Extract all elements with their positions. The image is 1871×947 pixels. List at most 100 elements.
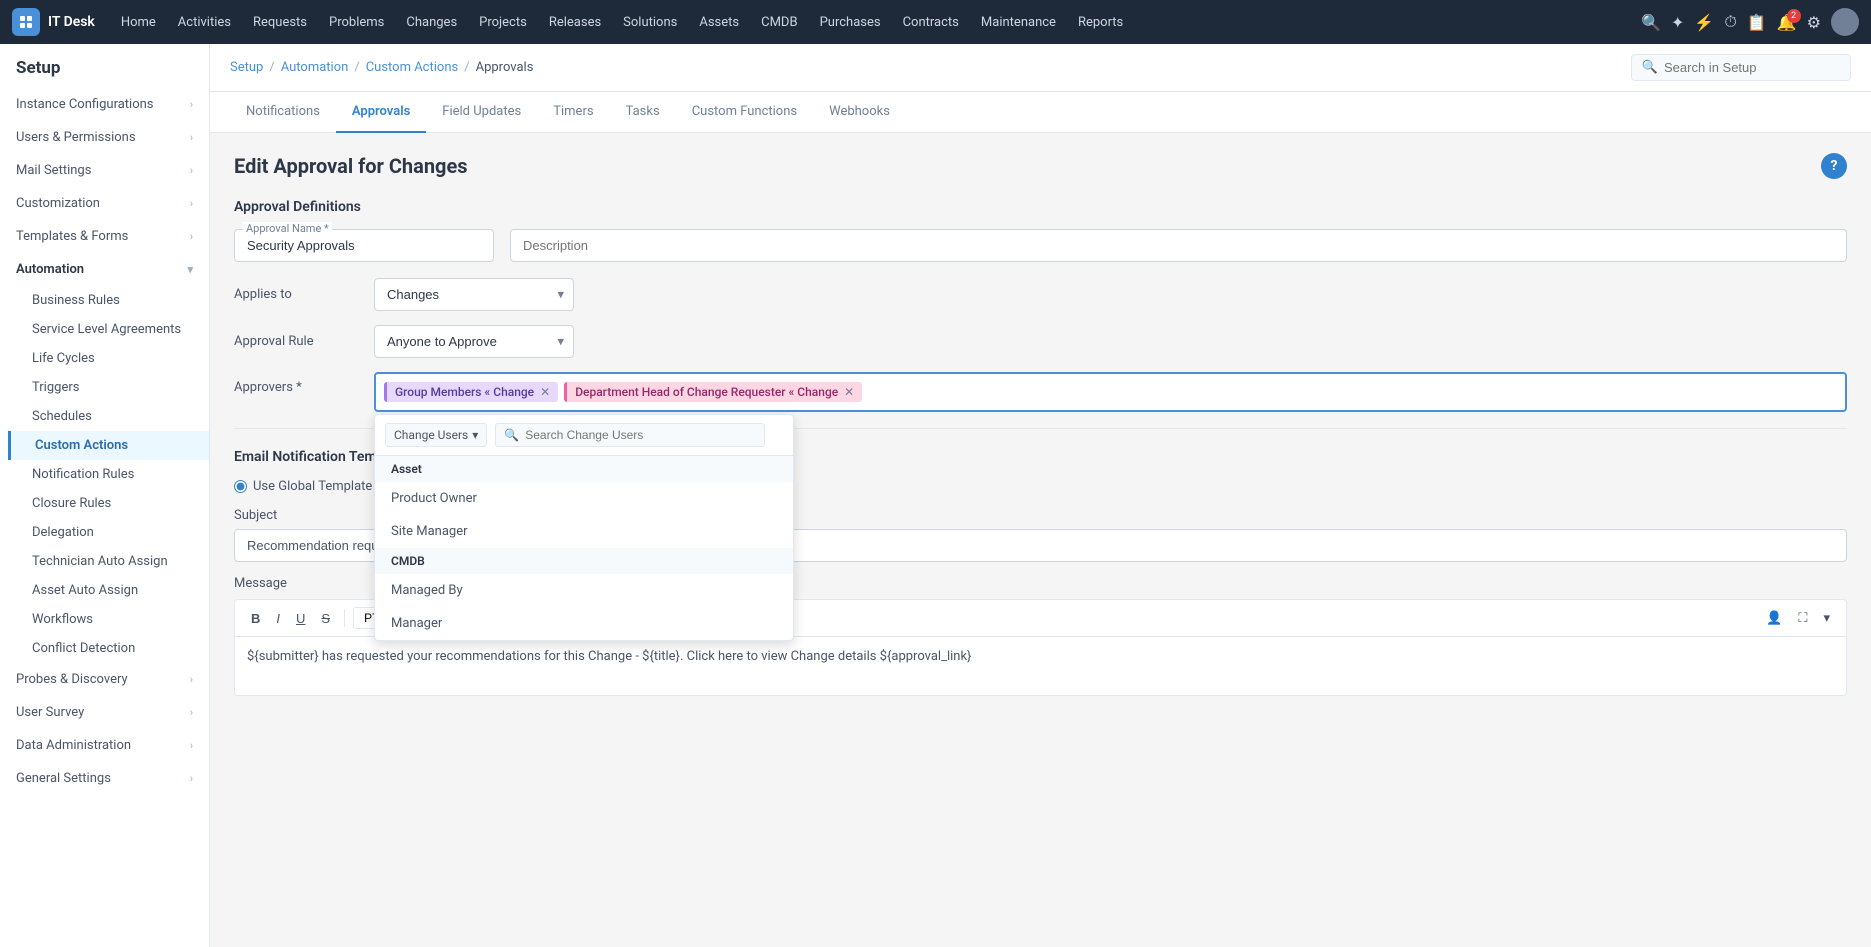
dropdown-item[interactable]: Site Manager <box>375 515 793 548</box>
chevron-right-icon: › <box>190 131 193 144</box>
applies-to-select-wrap: Changes <box>374 278 574 311</box>
nav-link-releases[interactable]: Releases <box>539 9 611 36</box>
sidebar-subitem-service-level-agreements[interactable]: Service Level Agreements <box>8 315 209 344</box>
dropdown-category: Asset <box>375 456 793 482</box>
approver-tag: Department Head of Change Requester « Ch… <box>564 382 862 402</box>
dropdown-search-input[interactable] <box>525 428 756 442</box>
sidebar-item-users-&-permissions[interactable]: Users & Permissions› <box>0 121 209 154</box>
sidebar-subitem-closure-rules[interactable]: Closure Rules <box>8 489 209 518</box>
help-button[interactable]: ? <box>1821 153 1847 179</box>
person-icon-btn[interactable]: 👤 <box>1760 607 1788 629</box>
more-btn[interactable]: ▾ <box>1817 607 1836 629</box>
breadcrumb-item[interactable]: Custom Actions <box>366 60 459 75</box>
remove-tag-icon[interactable]: ✕ <box>540 385 550 399</box>
breadcrumb-item[interactable]: Setup <box>230 60 263 75</box>
sidebar-item-templates-&-forms[interactable]: Templates & Forms› <box>0 220 209 253</box>
user-avatar[interactable] <box>1831 8 1859 36</box>
use-global-radio[interactable] <box>234 480 247 493</box>
nav-link-requests[interactable]: Requests <box>243 9 317 36</box>
remove-tag-icon[interactable]: ✕ <box>844 385 854 399</box>
nav-link-purchases[interactable]: Purchases <box>810 9 891 36</box>
sidebar-item-general-settings[interactable]: General Settings› <box>0 762 209 795</box>
sidebar-subitem-conflict-detection[interactable]: Conflict Detection <box>8 634 209 663</box>
search-in-setup[interactable]: 🔍 <box>1631 54 1851 81</box>
chevron-right-icon: › <box>190 739 193 752</box>
tab-approvals[interactable]: Approvals <box>336 92 426 133</box>
sidebar-item-user-survey[interactable]: User Survey› <box>0 696 209 729</box>
underline-button[interactable]: U <box>290 608 311 629</box>
description-input[interactable] <box>510 229 1847 262</box>
dropdown-selector[interactable]: Change Users ▾ <box>385 423 487 447</box>
editor-body[interactable]: ${submitter} has requested your recommen… <box>234 636 1847 696</box>
clipboard-icon[interactable]: 📋 <box>1747 13 1767 32</box>
tab-field-updates[interactable]: Field Updates <box>426 92 537 133</box>
toolbar-separator <box>344 609 345 627</box>
approval-rule-select[interactable]: Anyone to Approve <box>374 325 574 358</box>
sidebar-automation-children: Business RulesService Level AgreementsLi… <box>0 286 209 663</box>
nav-link-home[interactable]: Home <box>111 9 166 36</box>
approval-rule-select-wrap: Anyone to Approve <box>374 325 574 358</box>
search-input[interactable] <box>1664 60 1840 75</box>
strikethrough-button[interactable]: S <box>315 608 336 629</box>
sidebar-item-data-administration[interactable]: Data Administration› <box>0 729 209 762</box>
nav-link-projects[interactable]: Projects <box>469 9 537 36</box>
tab-timers[interactable]: Timers <box>537 92 609 133</box>
history-icon[interactable]: ⏱ <box>1724 12 1736 32</box>
nav-link-activities[interactable]: Activities <box>168 9 241 36</box>
tab-notifications[interactable]: Notifications <box>230 92 336 133</box>
tab-tasks[interactable]: Tasks <box>610 92 676 133</box>
nav-link-solutions[interactable]: Solutions <box>613 9 687 36</box>
sidebar-subitem-custom-actions[interactable]: Custom Actions <box>8 431 209 460</box>
approval-name-field: Approval Name * <box>234 229 494 262</box>
sidebar-subitem-workflows[interactable]: Workflows <box>8 605 209 634</box>
use-global-option[interactable]: Use Global Template <box>234 479 372 494</box>
breadcrumb-item[interactable]: Automation <box>281 60 349 75</box>
sidebar-subitem-notification-rules[interactable]: Notification Rules <box>8 460 209 489</box>
nav-link-changes[interactable]: Changes <box>396 9 467 36</box>
sidebar-subitem-business-rules[interactable]: Business Rules <box>8 286 209 315</box>
search-icon: 🔍 <box>1642 60 1658 75</box>
nav-link-assets[interactable]: Assets <box>689 9 749 36</box>
approvers-dropdown: Change Users ▾ 🔍 AssetProduct OwnerSite … <box>374 414 794 641</box>
dropdown-item[interactable]: Product Owner <box>375 482 793 515</box>
approval-rule-label: Approval Rule <box>234 334 354 349</box>
page-title-row: Edit Approval for Changes ? <box>234 153 1847 179</box>
bolt-icon[interactable]: ⚡ <box>1694 13 1714 32</box>
nav-link-reports[interactable]: Reports <box>1068 9 1133 36</box>
sidebar-item-automation[interactable]: Automation ▾ <box>0 253 209 286</box>
chevron-right-icon: › <box>190 164 193 177</box>
sidebar-subitem-technician-auto-assign[interactable]: Technician Auto Assign <box>8 547 209 576</box>
sidebar-item-customization[interactable]: Customization› <box>0 187 209 220</box>
italic-button[interactable]: I <box>270 608 286 629</box>
magic-icon[interactable]: ✦ <box>1671 13 1684 32</box>
sidebar-item-instance-configurations[interactable]: Instance Configurations› <box>0 88 209 121</box>
tab-webhooks[interactable]: Webhooks <box>813 92 906 133</box>
nav-link-contracts[interactable]: Contracts <box>893 9 969 36</box>
dropdown-item[interactable]: Manager <box>375 607 793 640</box>
search-icon[interactable]: 🔍 <box>1641 13 1661 32</box>
chevron-down-icon: ▾ <box>187 263 193 276</box>
approver-tag: Group Members « Change✕ <box>384 382 558 402</box>
tab-custom-functions[interactable]: Custom Functions <box>676 92 813 133</box>
sidebar-subitem-delegation[interactable]: Delegation <box>8 518 209 547</box>
sidebar-item-probes-&-discovery[interactable]: Probes & Discovery› <box>0 663 209 696</box>
nav-link-problems[interactable]: Problems <box>319 9 394 36</box>
sidebar-item-mail-settings[interactable]: Mail Settings› <box>0 154 209 187</box>
applies-to-row: Applies to Changes <box>234 278 1847 311</box>
sidebar-subitem-life-cycles[interactable]: Life Cycles <box>8 344 209 373</box>
sidebar-subitem-triggers[interactable]: Triggers <box>8 373 209 402</box>
expand-btn[interactable]: ⛶ <box>1792 607 1813 629</box>
app-title: IT Desk <box>48 14 95 30</box>
dropdown-header: Change Users ▾ 🔍 <box>375 415 793 456</box>
applies-to-select[interactable]: Changes <box>374 278 574 311</box>
breadcrumb-bar: Setup/Automation/Custom Actions/Approval… <box>210 44 1871 92</box>
settings-icon[interactable]: ⚙ <box>1807 13 1821 32</box>
sidebar-subitem-schedules[interactable]: Schedules <box>8 402 209 431</box>
bold-button[interactable]: B <box>245 608 266 629</box>
nav-link-maintenance[interactable]: Maintenance <box>971 9 1066 36</box>
sidebar-subitem-asset-auto-assign[interactable]: Asset Auto Assign <box>8 576 209 605</box>
approvers-field[interactable]: Group Members « Change✕ Department Head o… <box>374 372 1847 412</box>
dropdown-item[interactable]: Managed By <box>375 574 793 607</box>
nav-link-cmdb[interactable]: CMDB <box>751 9 807 36</box>
notification-icon[interactable]: 🔔 2 <box>1777 13 1797 32</box>
